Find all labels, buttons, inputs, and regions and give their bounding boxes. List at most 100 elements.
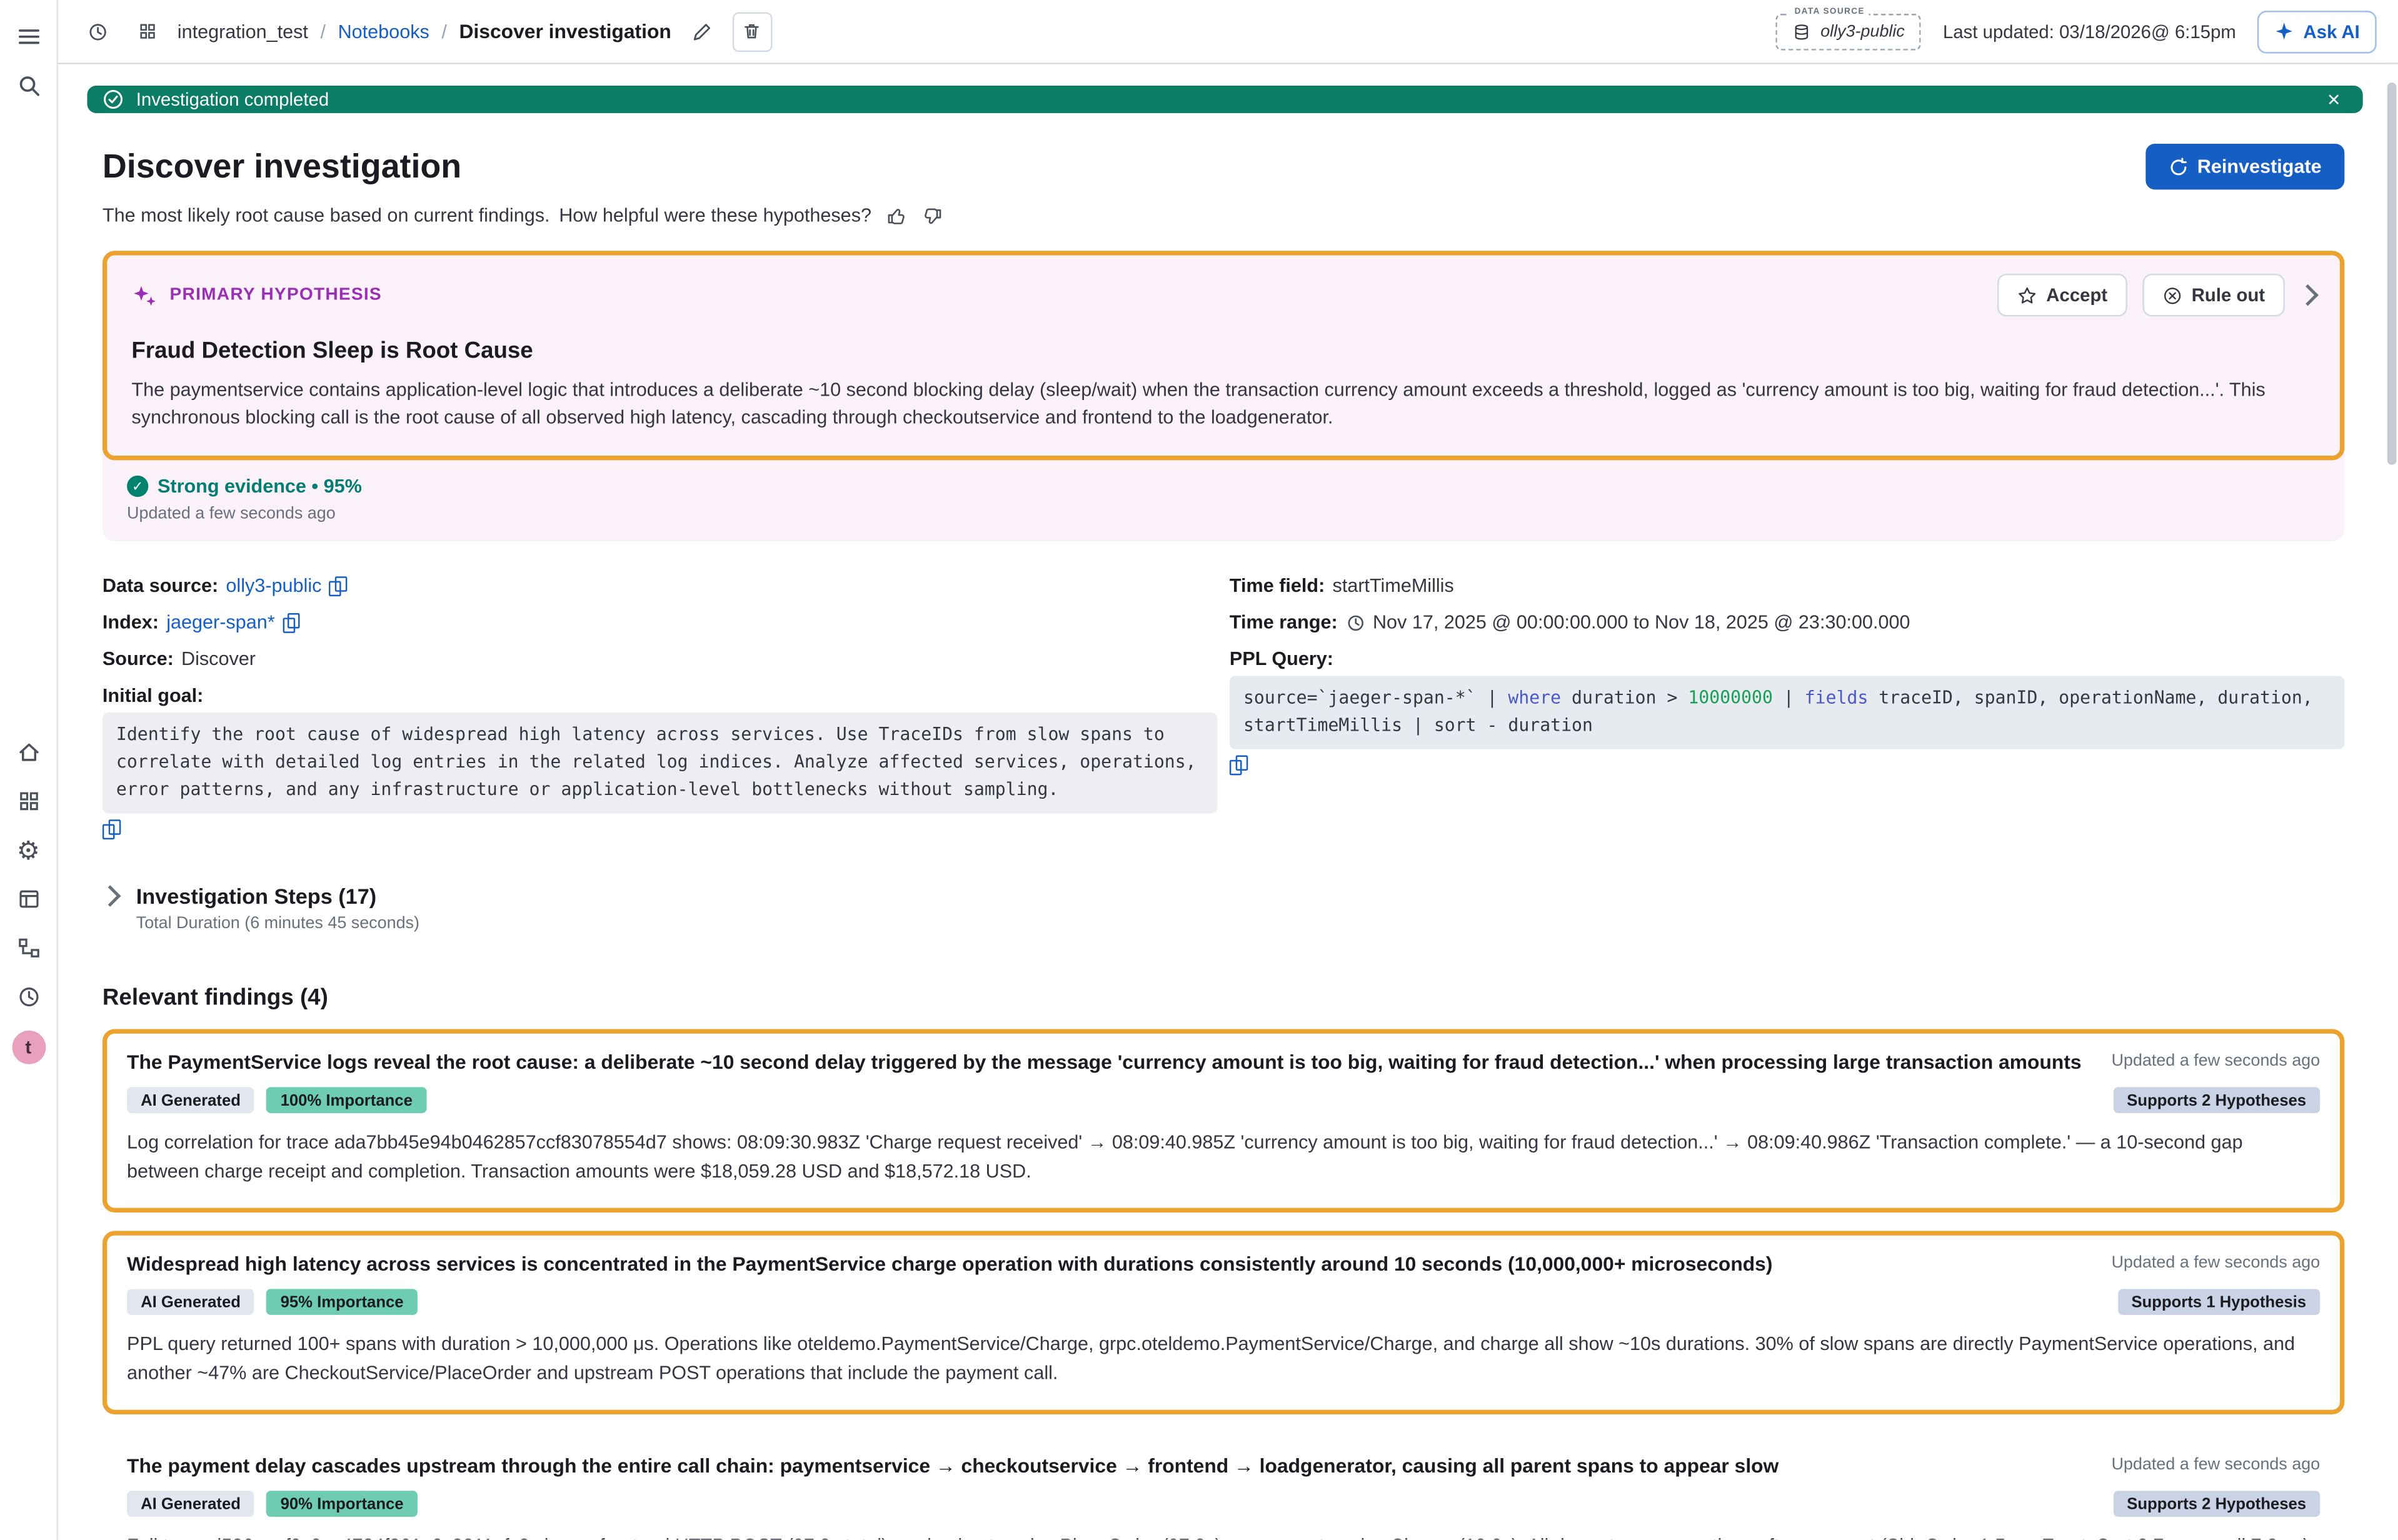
accept-label: Accept [2046, 284, 2107, 306]
reinvestigate-label: Reinvestigate [2197, 156, 2322, 178]
recent-icon[interactable] [6, 972, 51, 1021]
copy-icon[interactable] [103, 819, 119, 839]
flow-icon[interactable] [6, 924, 51, 972]
evidence-text: Strong evidence • 95% [158, 476, 362, 497]
supports-badge: Supports 1 Hypothesis [2117, 1289, 2320, 1316]
notebook-app-icon [129, 13, 166, 50]
investigation-steps-duration: Total Duration (6 minutes 45 seconds) [136, 914, 2345, 932]
finding-card: The payment delay cascades upstream thro… [103, 1432, 2344, 1540]
feedback-prompt: How helpful were these hypotheses? [559, 205, 871, 226]
importance-badge: 95% Importance [267, 1289, 418, 1316]
data-source-badge[interactable]: DATA SOURCE olly3-public [1776, 13, 1921, 50]
history-icon[interactable] [79, 13, 116, 50]
ppl-query-code: source=`jaeger-span-*` | where duration … [1230, 676, 2344, 749]
thumbs-up-icon[interactable] [886, 206, 906, 226]
source-value: Discover [181, 649, 256, 670]
rule-out-label: Rule out [2192, 284, 2265, 306]
breadcrumb-separator: / [320, 21, 326, 42]
evidence-check-icon [127, 476, 148, 497]
supports-badge: Supports 2 Hypotheses [2113, 1491, 2320, 1518]
finding-body: Full trace d536eeaf9c0ce4734f361a0c3211e… [127, 1532, 2320, 1539]
data-source-label: Data source: [103, 575, 218, 596]
ask-ai-button[interactable]: Ask AI [2257, 10, 2377, 53]
edit-pencil-icon[interactable] [683, 13, 720, 50]
initial-goal-code: Identify the root cause of widespread hi… [103, 713, 1217, 813]
time-range-value: Nov 17, 2025 @ 00:00:00.000 to Nov 18, 2… [1373, 612, 1910, 633]
trash-icon[interactable] [733, 11, 773, 51]
page-content: Discover investigation Reinvestigate The… [103, 113, 2344, 1540]
left-nav: ⚙ t [0, 0, 58, 1540]
breadcrumb-current: Discover investigation [459, 20, 671, 43]
star-icon [2017, 285, 2037, 305]
menu-icon[interactable] [6, 12, 51, 61]
user-avatar[interactable]: t [11, 1031, 45, 1064]
nav-icon-group: ⚙ t [6, 728, 51, 1064]
gear-icon[interactable]: ⚙ [6, 826, 51, 874]
primary-hypothesis-card: PRIMARY HYPOTHESIS Accept [103, 251, 2344, 461]
findings-title: Relevant findings (4) [103, 984, 2344, 1011]
ppl-text: | [1773, 687, 1805, 708]
ask-ai-label: Ask AI [2304, 21, 2360, 42]
data-source-link[interactable]: olly3-public [226, 575, 321, 596]
circle-x-icon [2162, 285, 2182, 305]
primary-hypothesis-panel: PRIMARY HYPOTHESIS Accept [103, 251, 2344, 541]
search-icon[interactable] [6, 61, 51, 110]
copy-icon[interactable] [1230, 755, 1247, 775]
rule-out-button[interactable]: Rule out [2142, 274, 2285, 317]
ppl-number: 10000000 [1688, 687, 1773, 708]
finding-title: Widespread high latency across services … [127, 1251, 2087, 1278]
hypothesis-updated: Updated a few seconds ago [127, 505, 2320, 523]
copy-icon[interactable] [283, 612, 299, 632]
accept-button[interactable]: Accept [1997, 274, 2127, 317]
ppl-query-label: PPL Query: [1230, 649, 1333, 670]
breadcrumb-separator: / [441, 21, 447, 42]
finding-body: Log correlation for trace ada7bb45e94b04… [127, 1129, 2320, 1186]
reinvestigate-button[interactable]: Reinvestigate [2145, 144, 2345, 189]
investigation-steps-toggle[interactable]: Investigation Steps (17) [103, 883, 2344, 908]
investigation-steps: Investigation Steps (17) Total Duration … [103, 883, 2344, 932]
evidence-row: Strong evidence • 95% [127, 476, 2320, 497]
copy-icon[interactable] [329, 576, 346, 596]
time-field-label: Time field: [1230, 575, 1325, 596]
metadata-section: Data source: olly3-public Index: jaeger-… [103, 575, 2344, 843]
importance-badge: 90% Importance [267, 1491, 418, 1518]
page-title: Discover investigation [103, 147, 461, 187]
ai-generated-badge: AI Generated [127, 1088, 254, 1114]
ppl-text: duration > [1561, 687, 1688, 708]
scrollbar-thumb[interactable] [2387, 82, 2397, 465]
finding-updated: Updated a few seconds ago [2112, 1048, 2320, 1075]
index-link[interactable]: jaeger-span* [166, 612, 274, 633]
header-right-cluster: DATA SOURCE olly3-public Last updated: 0… [1776, 10, 2376, 53]
finding-body: PPL query returned 100+ spans with durat… [127, 1331, 2320, 1388]
home-icon[interactable] [6, 728, 51, 777]
main-area: integration_test / Notebooks / Discover … [58, 0, 2398, 1540]
ppl-text: source=`jaeger-span-*` | [1243, 687, 1508, 708]
index-label: Index: [103, 612, 159, 633]
app-root: ⚙ t [0, 0, 2398, 1540]
chevron-right-icon[interactable] [2297, 284, 2319, 306]
investigation-steps-title: Investigation Steps (17) [136, 883, 376, 908]
findings-section: Relevant findings (4) The PaymentService… [103, 984, 2344, 1540]
sparkle-icon [2274, 21, 2294, 41]
finding-updated: Updated a few seconds ago [2112, 1452, 2320, 1479]
ai-sparkle-icon [131, 284, 158, 307]
thumbs-down-icon[interactable] [922, 206, 942, 226]
breadcrumb-project[interactable]: integration_test [178, 21, 308, 42]
source-label: Source: [103, 649, 174, 670]
top-header: integration_test / Notebooks / Discover … [58, 0, 2398, 64]
primary-hypothesis-label: PRIMARY HYPOTHESIS [170, 286, 382, 304]
finding-card: The PaymentService logs reveal the root … [103, 1029, 2344, 1212]
finding-title: The PaymentService logs reveal the root … [127, 1048, 2087, 1075]
apps-icon[interactable] [6, 777, 51, 826]
refresh-icon [2168, 157, 2188, 177]
clock-icon [1345, 612, 1365, 632]
importance-badge: 100% Importance [267, 1088, 426, 1114]
ppl-keyword: fields [1805, 687, 1869, 708]
vertical-scrollbar[interactable] [2385, 64, 2398, 1540]
board-icon[interactable] [6, 874, 51, 923]
breadcrumb-notebooks[interactable]: Notebooks [338, 21, 429, 42]
initial-goal-label: Initial goal: [103, 686, 203, 707]
close-icon[interactable] [2320, 86, 2347, 113]
supports-badge: Supports 2 Hypotheses [2113, 1088, 2320, 1114]
data-source-badge-value: olly3-public [1820, 22, 1905, 40]
